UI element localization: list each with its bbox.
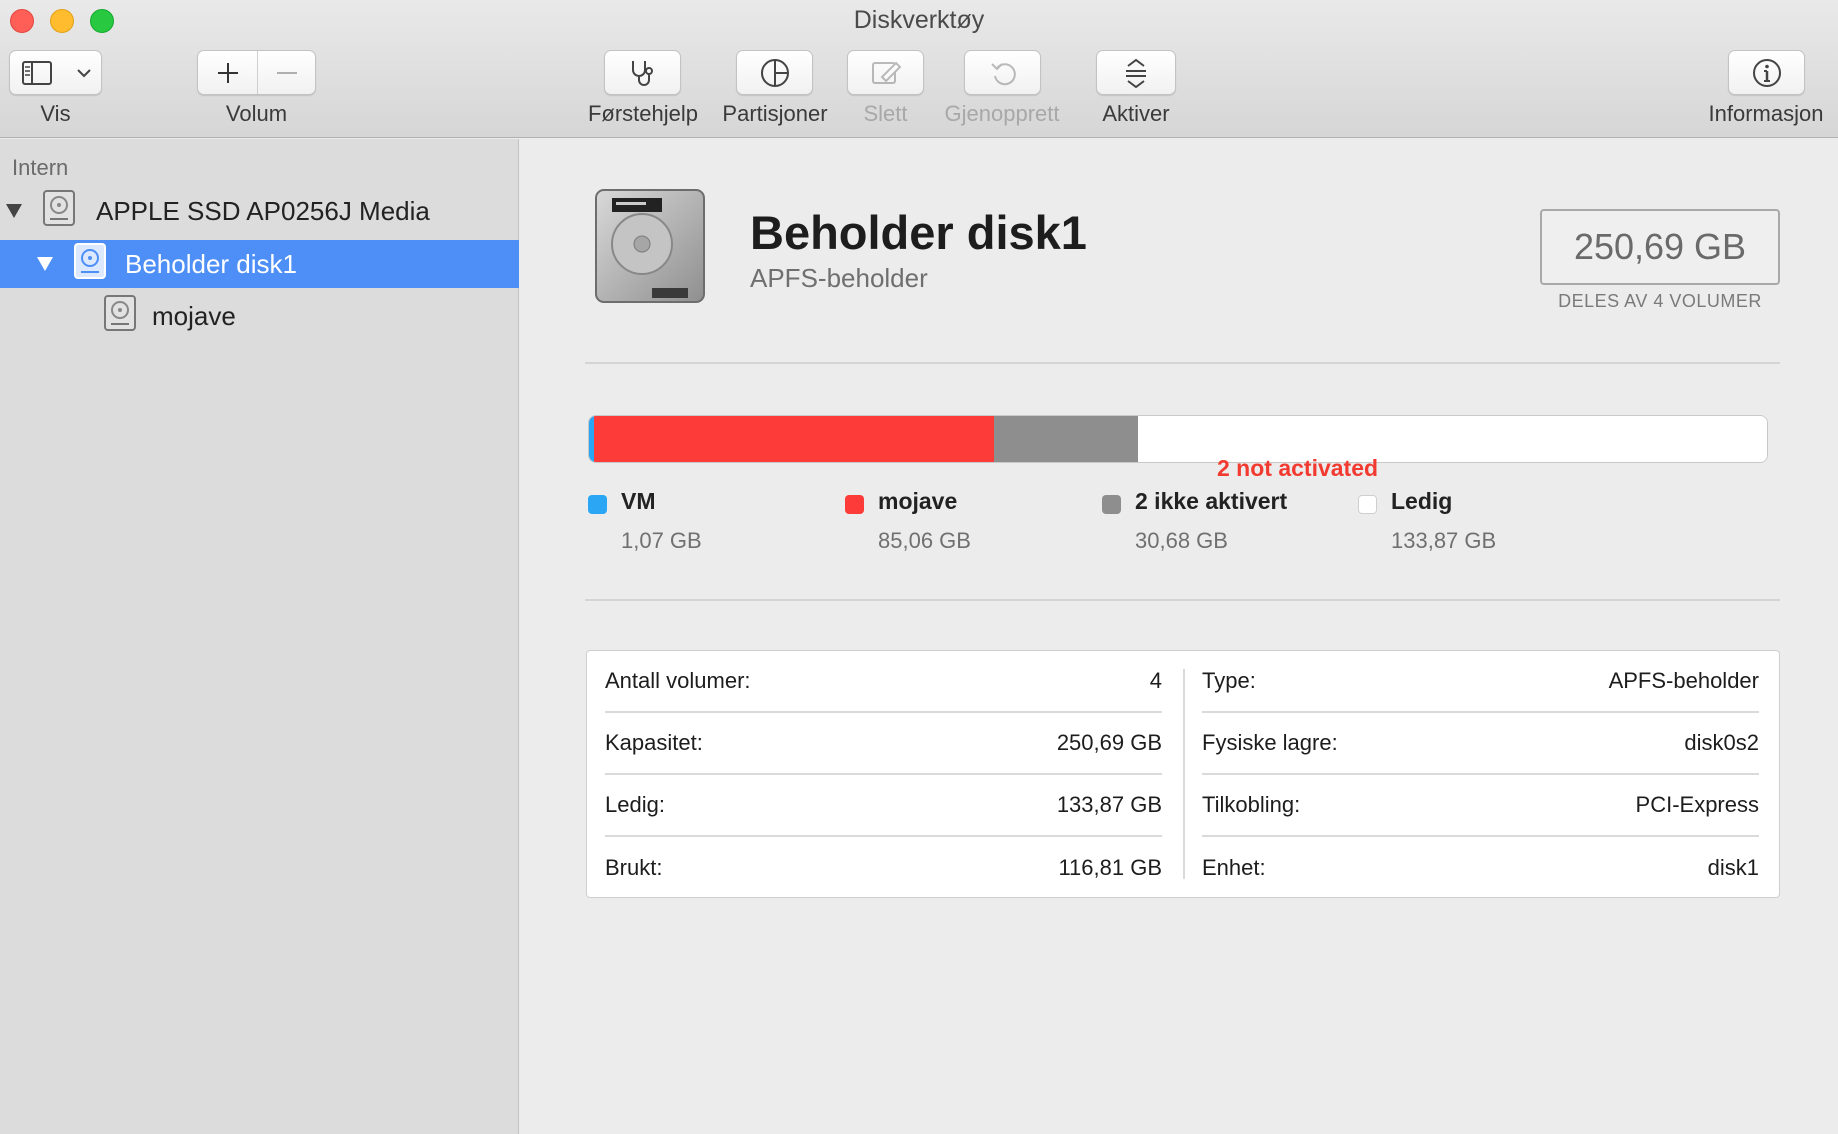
sidebar-icon [22, 61, 52, 85]
view-label: Vis [40, 101, 71, 126]
info-value: APFS-beholder [1608, 668, 1759, 693]
info-label: Type: [1202, 668, 1256, 693]
info-value: 133,87 GB [1056, 792, 1162, 817]
volume-disk-icon [103, 294, 137, 339]
legend-color-swatch [845, 495, 864, 514]
usage-segment-1 [594, 416, 994, 462]
sidebar-item-label: mojave [152, 300, 236, 331]
toolbar: Diskverktøy Vis Volum Førstehjelp Partis… [0, 0, 1838, 138]
internal-disk-icon [42, 189, 76, 234]
capacity-box: 250,69 GB [1540, 209, 1780, 285]
info-row: Fysiske lagre: disk0s2 [1202, 713, 1759, 775]
minus-icon [275, 61, 299, 85]
mount-label: Aktiver [1102, 101, 1170, 126]
volume-label: Volum [225, 101, 288, 126]
info-label: Antall volumer: [605, 668, 751, 693]
divider [585, 362, 1780, 364]
legend-size: 1,07 GB [621, 528, 702, 553]
container-disk-icon [73, 242, 107, 287]
remove-volume-button[interactable] [258, 51, 316, 94]
info-column-left: Antall volumer: 4 Kapasitet: 250,69 GB Ledig… [605, 651, 1162, 899]
info-table: Antall volumer: 4 Kapasitet: 250,69 GB Ledig… [586, 650, 1780, 898]
disclosure-triangle-icon[interactable] [6, 204, 22, 218]
info-label: Fysiske lagre: [1202, 730, 1338, 755]
info-row: Type: APFS-beholder [1202, 651, 1759, 713]
info-value: disk1 [1707, 855, 1759, 880]
sidebar-section-intern: Intern [12, 155, 69, 180]
info-value: 116,81 GB [1058, 855, 1162, 880]
legend-name: 2 ikke aktivert [1135, 488, 1288, 514]
stethoscope-icon [627, 58, 659, 88]
add-volume-button[interactable] [198, 51, 257, 94]
sidebar-item-label: Beholder disk1 [125, 248, 297, 279]
pie-chart-icon [759, 57, 791, 89]
usage-bar [588, 415, 1768, 463]
info-label: Brukt: [605, 855, 663, 880]
info-label: Enhet: [1202, 855, 1266, 880]
erase-label: Slett [863, 101, 908, 126]
mount-icon [1123, 57, 1149, 89]
info-row: Brukt: 116,81 GB [605, 837, 1162, 899]
legend-name: mojave [878, 488, 958, 514]
legend-color-swatch [1358, 495, 1377, 514]
disk-title: Beholder disk1 [750, 206, 1087, 259]
erase-button[interactable] [847, 50, 924, 95]
legend-color-swatch [588, 495, 607, 514]
chevron-down-icon [76, 67, 92, 79]
info-label: Ledig: [605, 792, 665, 817]
restore-button[interactable] [964, 50, 1041, 95]
legend-name: Ledig [1391, 488, 1453, 514]
info-row: Tilkobling: PCI-Express [1202, 775, 1759, 837]
annotation-label: 2 not activated [1217, 455, 1379, 481]
first-aid-label: Førstehjelp [587, 101, 699, 126]
hard-drive-icon [590, 184, 710, 309]
restore-label: Gjenopprett [944, 101, 1060, 126]
eraser-icon [870, 58, 902, 88]
info-label: Kapasitet: [605, 730, 703, 755]
disk-subtitle: APFS-beholder [750, 263, 928, 293]
restore-arrow-icon [988, 58, 1018, 88]
info-value: 4 [1149, 668, 1162, 693]
sidebar-item-beholder-disk1[interactable]: Beholder disk1 [0, 240, 519, 288]
sidebar: Intern APPLE SSD AP0256J Media Beholder … [0, 139, 519, 1134]
info-row: Kapasitet: 250,69 GB [605, 713, 1162, 775]
first-aid-button[interactable] [604, 50, 681, 95]
legend-color-swatch [1102, 495, 1121, 514]
volume-segmented-control [197, 50, 316, 95]
column-divider [1183, 669, 1185, 879]
info-row: Ledig: 133,87 GB [605, 775, 1162, 837]
view-button[interactable] [9, 50, 102, 95]
capacity-caption: DELES AV 4 VOLUMER [1558, 291, 1762, 311]
info-row: Enhet: disk1 [1202, 837, 1759, 899]
info-icon [1751, 57, 1783, 89]
disclosure-triangle-icon[interactable] [37, 257, 53, 271]
info-label: Informasjon [1708, 101, 1824, 126]
info-row: Antall volumer: 4 [605, 651, 1162, 713]
info-value: PCI-Express [1635, 792, 1759, 817]
info-value: 250,69 GB [1056, 730, 1162, 755]
main-panel: Beholder disk1 APFS-beholder 250,69 GB D… [520, 139, 1838, 1134]
mount-button[interactable] [1096, 50, 1176, 95]
divider [585, 599, 1780, 601]
info-value: disk0s2 [1684, 730, 1759, 755]
legend-size: 30,68 GB [1135, 528, 1228, 553]
legend-size: 133,87 GB [1391, 528, 1497, 553]
partition-button[interactable] [736, 50, 813, 95]
legend-size: 85,06 GB [878, 528, 971, 553]
partition-label: Partisjoner [722, 101, 828, 126]
sidebar-item-label: APPLE SSD AP0256J Media [96, 195, 430, 226]
plus-icon [216, 61, 240, 85]
sidebar-item-mojave[interactable]: mojave [0, 292, 519, 340]
legend-name: VM [621, 488, 656, 514]
window-title: Diskverktøy [853, 6, 985, 34]
info-button[interactable] [1728, 50, 1805, 95]
info-column-right: Type: APFS-beholder Fysiske lagre: disk0s2 T… [1202, 651, 1759, 899]
usage-segment-2 [993, 416, 1138, 462]
info-label: Tilkobling: [1202, 792, 1301, 817]
sidebar-item-apple-ssd[interactable]: APPLE SSD AP0256J Media [0, 187, 519, 235]
